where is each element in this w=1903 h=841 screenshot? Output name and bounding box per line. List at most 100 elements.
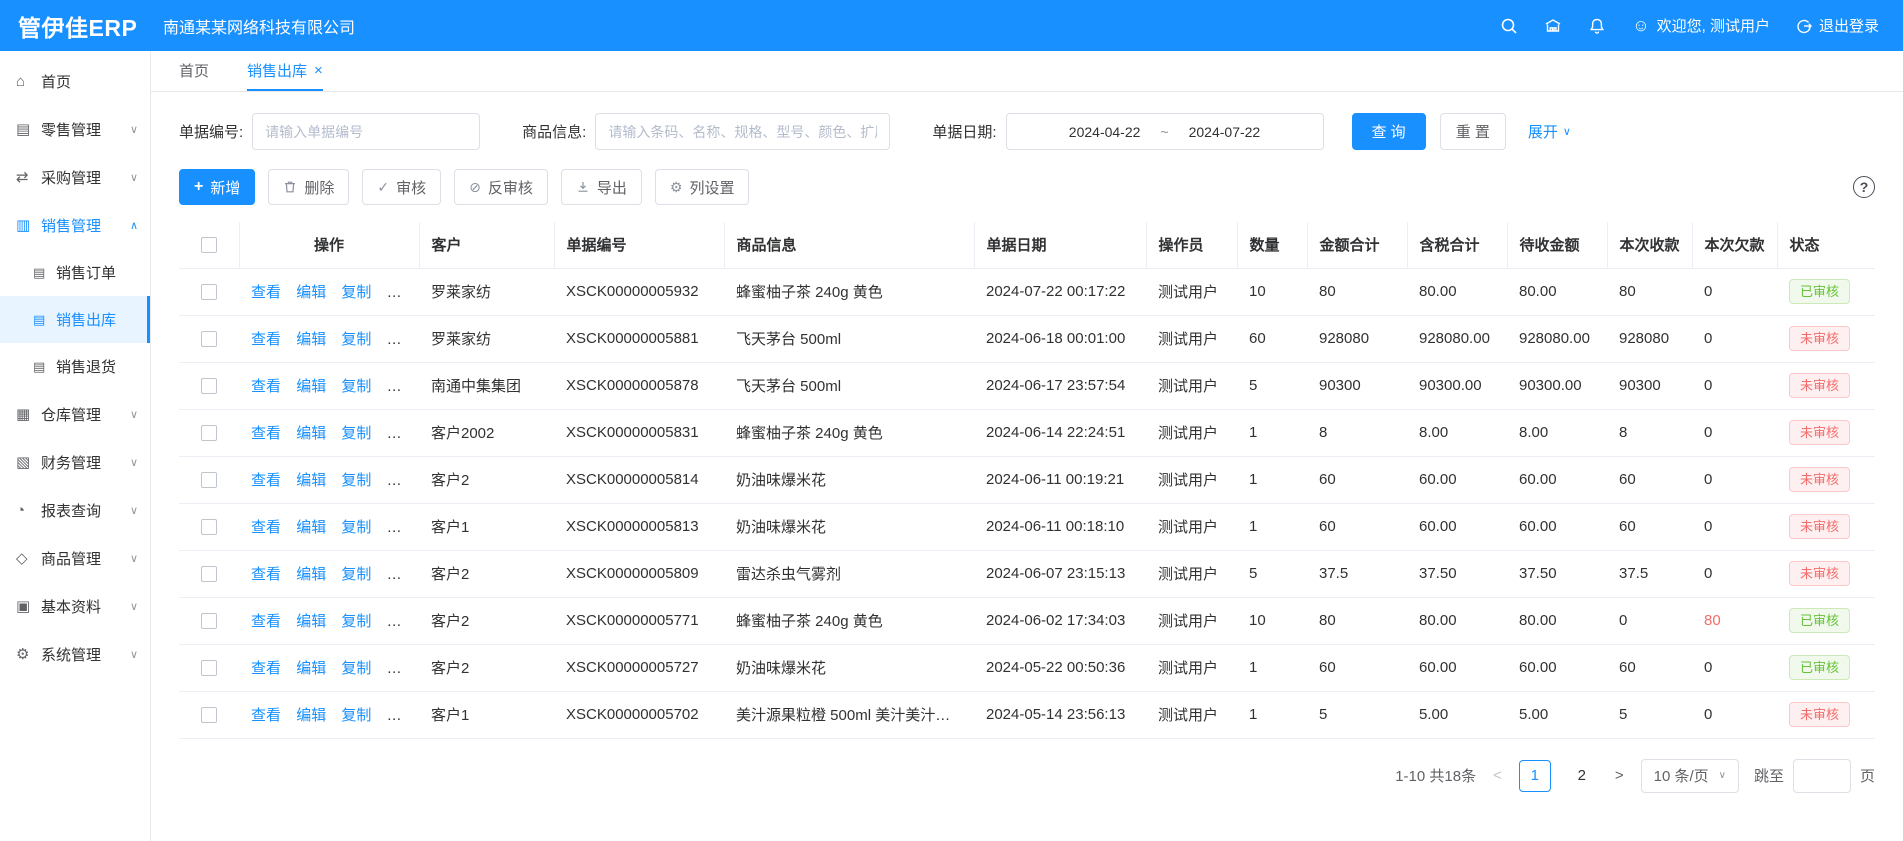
view-link[interactable]: 查看 <box>251 566 281 583</box>
select-all-checkbox[interactable] <box>201 237 217 253</box>
tab-home[interactable]: 首页 <box>179 51 209 91</box>
unaudit-button[interactable]: ⊘ 反审核 <box>454 169 548 205</box>
row-checkbox[interactable] <box>201 425 217 441</box>
tab-sales-outbound[interactable]: 销售出库 × <box>247 51 323 91</box>
edit-link[interactable]: 编辑 <box>296 566 326 583</box>
edit-link[interactable]: 编辑 <box>296 331 326 348</box>
edit-link[interactable]: 编辑 <box>296 613 326 630</box>
sidebar-subitem[interactable]: ▤ 销售订单 <box>0 249 150 296</box>
sidebar-item[interactable]: ▧ 财务管理 ∨ <box>0 438 150 486</box>
row-checkbox[interactable] <box>201 331 217 347</box>
view-link[interactable]: 查看 <box>251 378 281 395</box>
copy-link[interactable]: 复制 <box>341 331 371 348</box>
chevron-icon: ∧ <box>130 219 138 232</box>
search-icon[interactable] <box>1500 17 1518 35</box>
copy-link[interactable]: 复制 <box>341 566 371 583</box>
page-button-2[interactable]: 2 <box>1566 760 1598 792</box>
delete-link[interactable]: 删除 <box>387 519 417 536</box>
row-checkbox[interactable] <box>201 566 217 582</box>
sidebar-item[interactable]: ◇ 商品管理 ∨ <box>0 534 150 582</box>
chevron-icon: ∨ <box>130 456 138 469</box>
edit-link[interactable]: 编辑 <box>296 378 326 395</box>
row-checkbox[interactable] <box>201 519 217 535</box>
welcome-user[interactable]: ☺ 欢迎您, 测试用户 <box>1632 15 1770 36</box>
home-bank-icon[interactable] <box>1544 17 1562 35</box>
row-checkbox[interactable] <box>201 660 217 676</box>
tab-close-icon[interactable]: × <box>314 62 323 79</box>
sidebar-item[interactable]: ⌂ 首页 <box>0 57 150 105</box>
order-no-input[interactable] <box>252 113 480 150</box>
delete-link[interactable]: 删除 <box>387 566 417 583</box>
row-checkbox[interactable] <box>201 378 217 394</box>
delete-button[interactable]: 删除 <box>268 169 349 205</box>
product-info-input[interactable] <box>595 113 890 150</box>
row-checkbox[interactable] <box>201 613 217 629</box>
view-link[interactable]: 查看 <box>251 284 281 301</box>
expand-link[interactable]: 展开 ∨ <box>1528 121 1571 142</box>
view-link[interactable]: 查看 <box>251 519 281 536</box>
copy-link[interactable]: 复制 <box>341 472 371 489</box>
copy-link[interactable]: 复制 <box>341 660 371 677</box>
delete-link[interactable]: 删除 <box>387 472 417 489</box>
copy-link[interactable]: 复制 <box>341 613 371 630</box>
sidebar-item[interactable]: ▦ 仓库管理 ∨ <box>0 390 150 438</box>
next-page-icon[interactable]: > <box>1613 767 1626 784</box>
edit-link[interactable]: 编辑 <box>296 472 326 489</box>
search-button[interactable]: 查 询 <box>1352 113 1426 150</box>
sidebar-subitem[interactable]: ▤ 销售退货 <box>0 343 150 390</box>
delete-link[interactable]: 删除 <box>387 707 417 724</box>
row-checkbox[interactable] <box>201 472 217 488</box>
sales-outbound-table: 操作客户单据编号商品信息单据日期操作员数量金额合计含税合计待收金额本次收款本次欠… <box>179 222 1875 739</box>
export-button[interactable]: 导出 <box>561 169 642 205</box>
sidebar-item[interactable]: ◔ 报表查询 ∨ <box>0 486 150 534</box>
date-range-picker[interactable]: 2024-04-22 ~ 2024-07-22 <box>1006 113 1324 150</box>
sidebar-item[interactable]: ⇄ 采购管理 ∨ <box>0 153 150 201</box>
edit-link[interactable]: 编辑 <box>296 284 326 301</box>
audit-button[interactable]: ✓ 审核 <box>362 169 441 205</box>
edit-link[interactable]: 编辑 <box>296 425 326 442</box>
delete-link[interactable]: 删除 <box>387 331 417 348</box>
page-button-1[interactable]: 1 <box>1519 760 1551 792</box>
delete-link[interactable]: 删除 <box>387 284 417 301</box>
sidebar-item-label: 报表查询 <box>41 500 101 521</box>
delete-link[interactable]: 删除 <box>387 378 417 395</box>
bell-icon[interactable] <box>1588 17 1606 35</box>
audit-button-label: 审核 <box>396 177 426 198</box>
copy-link[interactable]: 复制 <box>341 378 371 395</box>
copy-link[interactable]: 复制 <box>341 519 371 536</box>
cell-product: 飞天茅台 500ml <box>724 315 974 362</box>
sidebar-item[interactable]: ▣ 基本资料 ∨ <box>0 582 150 630</box>
cell-product: 美汁源果粒橙 500ml 美汁美汁美汁... <box>724 691 974 738</box>
copy-link[interactable]: 复制 <box>341 284 371 301</box>
sidebar-subitem[interactable]: ▤ 销售出库 <box>0 296 150 343</box>
row-checkbox[interactable] <box>201 707 217 723</box>
view-link[interactable]: 查看 <box>251 613 281 630</box>
page-size-select[interactable]: 10 条/页 ∨ <box>1641 759 1739 793</box>
welcome-text: 欢迎您, 测试用户 <box>1657 15 1770 36</box>
sidebar-item[interactable]: ▥ 销售管理 ∧ <box>0 201 150 249</box>
cell-product: 奶油味爆米花 <box>724 644 974 691</box>
view-link[interactable]: 查看 <box>251 472 281 489</box>
jump-page-input[interactable] <box>1793 759 1851 793</box>
copy-link[interactable]: 复制 <box>341 425 371 442</box>
reset-button[interactable]: 重 置 <box>1440 113 1506 150</box>
copy-link[interactable]: 复制 <box>341 707 371 724</box>
add-button[interactable]: + 新增 <box>179 169 255 205</box>
row-checkbox[interactable] <box>201 284 217 300</box>
help-icon[interactable]: ? <box>1853 176 1875 198</box>
view-link[interactable]: 查看 <box>251 707 281 724</box>
prev-page-icon[interactable]: < <box>1491 767 1504 784</box>
edit-link[interactable]: 编辑 <box>296 660 326 677</box>
sidebar-item[interactable]: ▤ 零售管理 ∨ <box>0 105 150 153</box>
view-link[interactable]: 查看 <box>251 425 281 442</box>
logout-button[interactable]: 退出登录 <box>1796 15 1879 36</box>
edit-link[interactable]: 编辑 <box>296 519 326 536</box>
delete-link[interactable]: 删除 <box>387 613 417 630</box>
column-settings-button[interactable]: ⚙ 列设置 <box>655 169 750 205</box>
view-link[interactable]: 查看 <box>251 331 281 348</box>
sidebar-item[interactable]: ⚙ 系统管理 ∨ <box>0 630 150 678</box>
delete-link[interactable]: 删除 <box>387 425 417 442</box>
view-link[interactable]: 查看 <box>251 660 281 677</box>
edit-link[interactable]: 编辑 <box>296 707 326 724</box>
delete-link[interactable]: 删除 <box>387 660 417 677</box>
